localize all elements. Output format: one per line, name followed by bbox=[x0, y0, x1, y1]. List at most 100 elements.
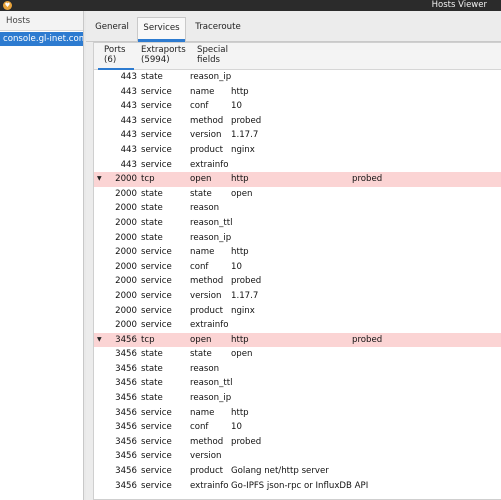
cell-type: state bbox=[141, 188, 163, 199]
subtab-special-fields-line2: fields bbox=[197, 55, 221, 65]
cell-key: conf bbox=[190, 422, 209, 433]
cell-port: 3456 bbox=[115, 422, 137, 433]
cell-type: service bbox=[141, 466, 172, 477]
table-row[interactable]: 3456 state reason_ip bbox=[94, 391, 501, 406]
cell-type: service bbox=[141, 86, 172, 97]
cell-value: 10 bbox=[231, 101, 242, 112]
subtab-extraports-count: (5994) bbox=[141, 55, 170, 65]
table-row[interactable]: 2000 service name http bbox=[94, 245, 501, 260]
cell-port: 2000 bbox=[115, 290, 137, 301]
table-row[interactable]: 2000 state reason_ip bbox=[94, 231, 501, 246]
cell-port: 2000 bbox=[115, 217, 137, 228]
cell-port: 443 bbox=[120, 72, 137, 82]
table-row[interactable]: 2000 service version 1.17.7 bbox=[94, 289, 501, 304]
cell-port: 443 bbox=[120, 130, 137, 141]
cell-port: 3456 bbox=[115, 363, 137, 374]
main-area: General Services Traceroute Ports (6) Ex… bbox=[86, 11, 501, 500]
cell-key: product bbox=[190, 466, 224, 477]
cell-value: 1.17.7 bbox=[231, 130, 259, 141]
table-row[interactable]: 3456 service method probed bbox=[94, 435, 501, 450]
cell-type: state bbox=[141, 393, 163, 404]
table-row[interactable]: 3456 service product Golang net/http server bbox=[94, 464, 501, 479]
cell-port: 3456 bbox=[115, 349, 137, 360]
cell-key: method bbox=[190, 436, 224, 447]
subtab-special-fields[interactable]: Special fields bbox=[197, 45, 228, 65]
hosts-panel: Hosts console.gl-inet.com (1 bbox=[0, 11, 84, 500]
table-row[interactable]: 3456 service conf 10 bbox=[94, 420, 501, 435]
host-item[interactable]: console.gl-inet.com (1 bbox=[0, 32, 83, 46]
cell-value: 10 bbox=[231, 422, 242, 433]
table-row[interactable]: 3456 state state open bbox=[94, 347, 501, 362]
table-row[interactable]: 443 service method probed bbox=[94, 114, 501, 129]
tab-general[interactable]: General bbox=[92, 17, 132, 42]
cell-type: service bbox=[141, 480, 172, 491]
table-row[interactable]: 3456 state reason bbox=[94, 362, 501, 377]
table-row[interactable]: 2000 service conf 10 bbox=[94, 260, 501, 275]
cell-port: 2000 bbox=[115, 305, 137, 316]
cell-key: product bbox=[190, 144, 224, 155]
cell-key: version bbox=[190, 290, 222, 301]
cell-key: conf bbox=[190, 261, 209, 272]
cell-value: 10 bbox=[231, 261, 242, 272]
port-group-row[interactable]: ▼ 3456 tcp open http probed bbox=[94, 332, 501, 348]
table-row[interactable]: 2000 state reason bbox=[94, 201, 501, 216]
table-row[interactable]: 443 service version 1.17.7 bbox=[94, 128, 501, 143]
tab-services[interactable]: Services bbox=[137, 17, 186, 42]
table-row[interactable]: 2000 service extrainfo bbox=[94, 318, 501, 333]
cell-port: 2000 bbox=[115, 261, 137, 272]
cell-value: probed bbox=[231, 276, 262, 287]
cell-key: method bbox=[190, 115, 224, 126]
cell-port: 3456 bbox=[115, 451, 137, 462]
cell-value: Golang net/http server bbox=[231, 466, 329, 477]
table-row[interactable]: 443 service name http bbox=[94, 85, 501, 100]
port-group-row[interactable]: ▼ 2000 tcp open http probed bbox=[94, 172, 501, 187]
cell-port: 443 bbox=[120, 101, 137, 112]
cell-value: open bbox=[231, 188, 253, 199]
table-row[interactable]: 2000 state state open bbox=[94, 187, 501, 202]
cell-key: extrainfo bbox=[190, 159, 229, 170]
cell-key: name bbox=[190, 407, 215, 418]
window-title: Hosts Viewer bbox=[431, 0, 487, 10]
table-row[interactable]: 443 service extrainfo bbox=[94, 158, 501, 173]
table-row[interactable]: 3456 service version bbox=[94, 449, 501, 464]
cell-port: 2000 bbox=[115, 232, 137, 243]
cell-type: service bbox=[141, 407, 172, 418]
subtab-ports[interactable]: Ports (6) bbox=[98, 45, 133, 70]
table-row[interactable]: 3456 service name http bbox=[94, 406, 501, 421]
subtab-extraports[interactable]: Extraports (5994) bbox=[141, 45, 186, 65]
cell-type: service bbox=[141, 290, 172, 301]
cell-port: 2000 bbox=[115, 320, 137, 331]
cell-key: reason_ip bbox=[190, 393, 232, 404]
cell-value: probed bbox=[231, 436, 262, 447]
cell-key: name bbox=[190, 86, 215, 97]
table-row[interactable]: 443 service conf 10 bbox=[94, 99, 501, 114]
table-row[interactable]: 443 service product nginx bbox=[94, 143, 501, 158]
cell-key: state bbox=[190, 188, 212, 199]
cell-value: nginx bbox=[231, 144, 255, 155]
cell-key: reason_ip bbox=[190, 72, 232, 82]
cell-port: 2000 bbox=[115, 276, 137, 287]
cell-type: state bbox=[141, 232, 163, 243]
cell-type: state bbox=[141, 72, 163, 82]
table-row[interactable]: 2000 state reason_ttl bbox=[94, 216, 501, 231]
cell-port: 3456 bbox=[115, 378, 137, 389]
tab-traceroute[interactable]: Traceroute bbox=[190, 17, 246, 42]
table-row[interactable]: 3456 service extrainfo Go-IPFS json-rpc or … bbox=[94, 479, 501, 494]
cell-port: 3456 bbox=[115, 407, 137, 418]
cell-extra: probed bbox=[352, 334, 383, 345]
cell-port: 443 bbox=[120, 115, 137, 126]
cell-value: nginx bbox=[231, 305, 255, 316]
table-row[interactable]: 2000 service product nginx bbox=[94, 304, 501, 319]
cell-type: state bbox=[141, 378, 163, 389]
cell-type: state bbox=[141, 217, 163, 228]
hosts-header: Hosts bbox=[0, 11, 83, 31]
cell-key: open bbox=[190, 334, 212, 345]
table-row[interactable]: 2000 service method probed bbox=[94, 274, 501, 289]
table-row[interactable]: 3456 state reason_ttl bbox=[94, 376, 501, 391]
cell-key: method bbox=[190, 276, 224, 287]
table-row[interactable]: 443 state reason_ip bbox=[94, 70, 501, 85]
cell-port: 3456 bbox=[115, 334, 137, 345]
cell-port: 3456 bbox=[115, 480, 137, 491]
cell-key: reason_ip bbox=[190, 232, 232, 243]
cell-type: tcp bbox=[141, 174, 155, 185]
